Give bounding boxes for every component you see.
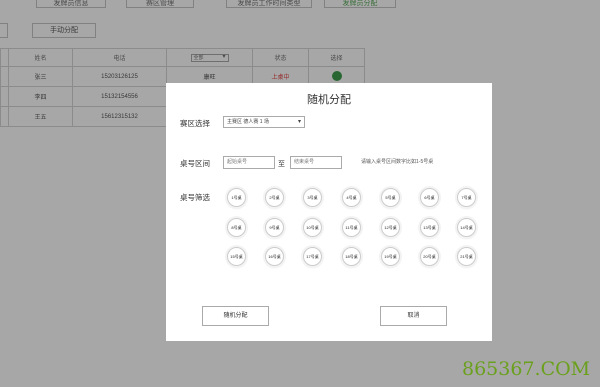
table-option-button[interactable]: 7号桌 <box>457 188 476 207</box>
table-option-button[interactable]: 4号桌 <box>342 188 361 207</box>
table-option-button[interactable]: 1号桌 <box>227 188 246 207</box>
table-option-button[interactable]: 19号桌 <box>381 247 400 266</box>
random-assign-dialog: 随机分配 赛区选择 主赛区 德人赛 1 场 ▾ 桌号区间 起始桌号 至 结束桌号… <box>166 83 492 341</box>
zone-label: 赛区选择 <box>180 119 210 128</box>
dialog-title: 随机分配 <box>307 94 351 106</box>
table-option-button[interactable]: 18号桌 <box>342 247 361 266</box>
range-label: 桌号区间 <box>180 159 210 168</box>
table-option-button[interactable]: 13号桌 <box>420 218 439 237</box>
table-option-button[interactable]: 9号桌 <box>265 218 284 237</box>
zone-select-value: 主赛区 德人赛 1 场 <box>227 119 269 125</box>
table-option-button[interactable]: 21号桌 <box>457 247 476 266</box>
table-option-button[interactable]: 14号桌 <box>457 218 476 237</box>
start-table-input[interactable]: 起始桌号 <box>223 156 275 169</box>
table-option-button[interactable]: 17号桌 <box>303 247 322 266</box>
random-assign-button[interactable]: 随机分配 <box>202 306 269 326</box>
table-option-button[interactable]: 8号桌 <box>227 218 246 237</box>
chevron-down-icon: ▾ <box>297 119 301 125</box>
table-option-button[interactable]: 20号桌 <box>420 247 439 266</box>
range-hint: 请输入桌号区间数字比如1-5号桌 <box>361 159 434 165</box>
table-option-button[interactable]: 3号桌 <box>303 188 322 207</box>
table-option-button[interactable]: 2号桌 <box>265 188 284 207</box>
table-option-button[interactable]: 5号桌 <box>381 188 400 207</box>
table-option-button[interactable]: 6号桌 <box>420 188 439 207</box>
table-option-button[interactable]: 11号桌 <box>342 218 361 237</box>
table-option-button[interactable]: 12号桌 <box>381 218 400 237</box>
table-option-button[interactable]: 15号桌 <box>227 247 246 266</box>
filter-label: 桌号筛选 <box>180 193 210 202</box>
cancel-button[interactable]: 取消 <box>380 306 447 326</box>
table-option-button[interactable]: 10号桌 <box>303 218 322 237</box>
table-option-button[interactable]: 16号桌 <box>265 247 284 266</box>
end-table-input[interactable]: 结束桌号 <box>290 156 342 169</box>
range-to-label: 至 <box>278 161 285 168</box>
watermark-logo: 865367.COM <box>462 358 591 380</box>
zone-select[interactable]: 主赛区 德人赛 1 场 ▾ <box>223 116 305 128</box>
